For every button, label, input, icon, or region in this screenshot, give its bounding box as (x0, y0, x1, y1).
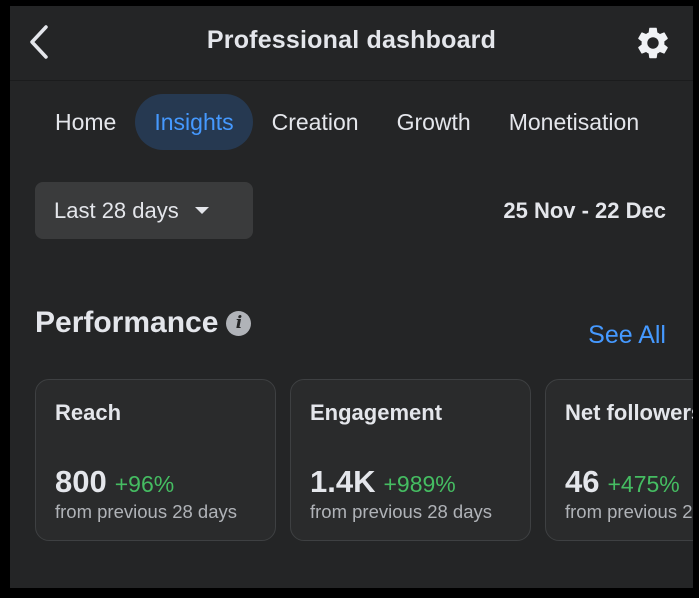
metric-caption: from previous 28 days (310, 501, 493, 522)
metric-label: Engagement (310, 400, 443, 425)
metric-row: 1.4K +989% (310, 464, 456, 500)
tab-monetisation[interactable]: Monetisation (490, 94, 658, 150)
metric-card-reach[interactable]: Reach 800 +96% from previous 28 days (35, 379, 276, 541)
tab-creation[interactable]: Creation (253, 94, 378, 150)
app-screen: Professional dashboard Home Insights Cre… (10, 6, 693, 588)
metric-value: 1.4K (310, 464, 376, 499)
metric-card-net-followers[interactable]: Net followers 46 +475% from previous 28 … (545, 379, 693, 541)
metric-value: 46 (565, 464, 600, 499)
metric-caption: from previous 28 days (565, 501, 693, 522)
metric-row: 800 +96% (55, 464, 174, 500)
date-range-text: 25 Nov - 22 Dec (503, 198, 666, 223)
metric-caption: from previous 28 days (55, 501, 238, 522)
tab-home[interactable]: Home (36, 94, 135, 150)
metric-change: +96% (114, 471, 175, 497)
performance-cards: Reach 800 +96% from previous 28 days Eng… (35, 379, 693, 541)
info-icon[interactable]: i (226, 310, 252, 336)
date-range-dropdown[interactable]: Last 28 days (35, 182, 253, 239)
performance-heading: Performance i (35, 306, 252, 340)
tab-insights[interactable]: Insights (135, 94, 253, 150)
page-title: Professional dashboard (206, 26, 497, 54)
gear-icon (638, 27, 668, 59)
metric-value: 800 (55, 464, 107, 499)
caret-down-icon (194, 207, 209, 214)
header-bar: Professional dashboard (10, 6, 693, 81)
settings-button[interactable] (632, 22, 674, 64)
metric-change: +475% (607, 471, 680, 497)
tab-bar: Home Insights Creation Growth Monetisati… (36, 93, 658, 151)
metric-change: +989% (383, 471, 456, 497)
performance-title: Performance (35, 306, 219, 339)
metric-label: Net followers (565, 400, 693, 425)
date-range-dropdown-label: Last 28 days (54, 197, 179, 223)
metric-label: Reach (55, 400, 122, 425)
see-all-link[interactable]: See All (588, 321, 666, 350)
metric-card-engagement[interactable]: Engagement 1.4K +989% from previous 28 d… (290, 379, 531, 541)
metric-row: 46 +475% (565, 464, 680, 500)
tab-growth[interactable]: Growth (378, 94, 490, 150)
